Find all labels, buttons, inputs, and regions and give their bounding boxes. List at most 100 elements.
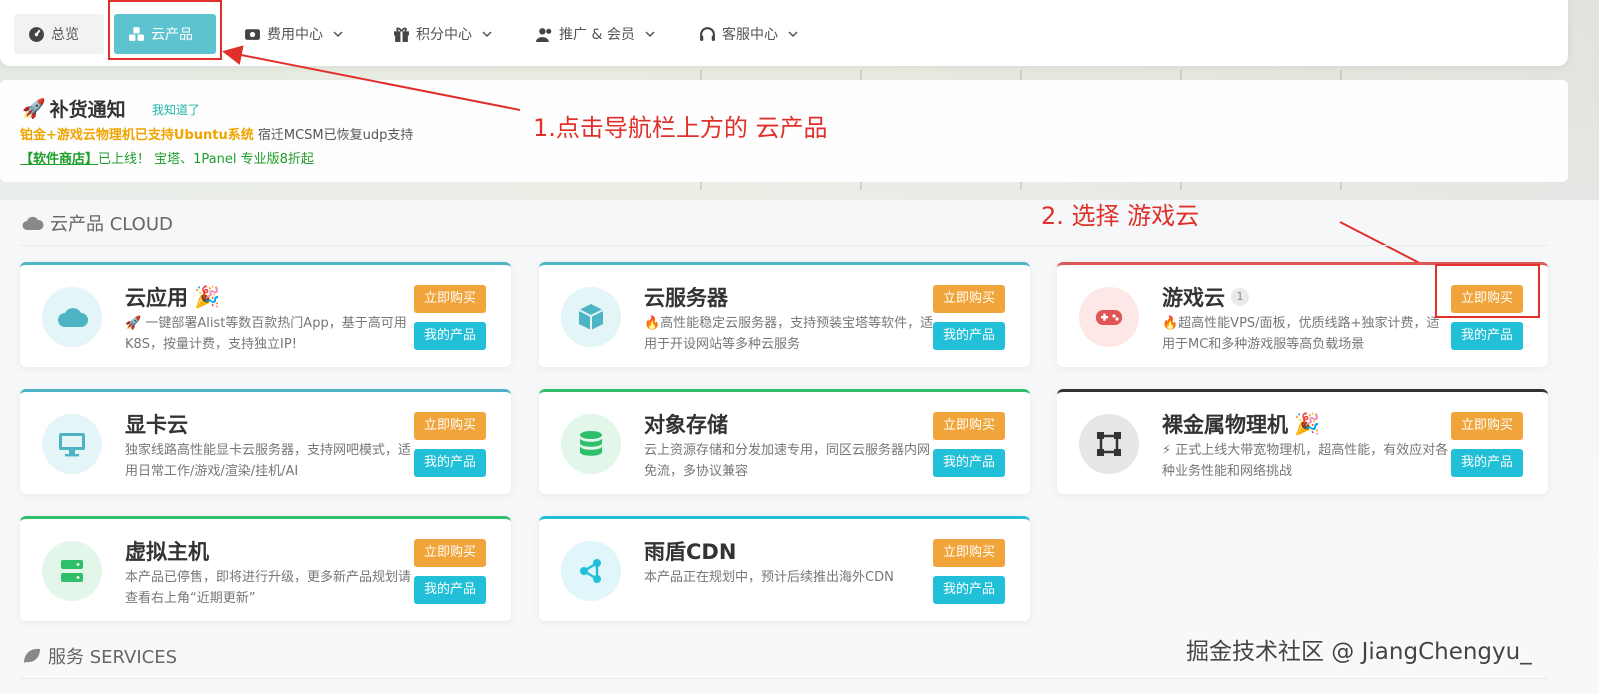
chevron-down-icon — [788, 31, 798, 38]
nav-item-billing[interactable]: 费用中心 — [230, 14, 357, 54]
money-icon — [245, 28, 260, 40]
cloud-icon — [22, 216, 44, 230]
buy-now-button[interactable]: 立即购买 — [1451, 412, 1523, 440]
card-title-text: 虚拟主机 — [125, 540, 209, 564]
card-description: 本产品正在规划中，预计后续推出海外CDN — [644, 570, 894, 585]
count-badge: 1 — [1231, 288, 1249, 306]
card-title-text: 显卡云 — [125, 413, 188, 437]
cloud-icon — [42, 287, 102, 347]
card-description: 云上资源存储和分发加速专用，同区云服务器内网免流，多协议兼容 — [644, 443, 931, 479]
gift-icon — [394, 27, 409, 42]
card-description: 🚀 一键部署Alist等数百款热门App，基于高可用K8S，按量计费，支持独立I… — [125, 316, 407, 352]
annotation-box-nav — [108, 0, 222, 60]
my-products-button[interactable]: 我的产品 — [933, 322, 1005, 350]
notice-title-text: 补货通知 — [49, 99, 126, 121]
nav-item-promotion[interactable]: 推广 & 会员 — [522, 14, 669, 54]
software-store-link[interactable]: 【软件商店】 — [20, 152, 98, 167]
card-title: 云应用 🎉 — [125, 282, 220, 312]
product-card-cdn[interactable]: 雨盾CDN 本产品正在规划中，预计后续推出海外CDN 立即购买 我的产品 — [539, 516, 1030, 621]
card-title-text: 游戏云 — [1162, 286, 1225, 310]
nav-item-points[interactable]: 积分中心 — [379, 14, 506, 54]
nav-item-label: 费用中心 — [267, 27, 323, 43]
product-card-cloud-server[interactable]: 云服务器 🔥高性能稳定云服务器，支持预装宝塔等软件，适用于开设网站等多种云服务 … — [539, 262, 1030, 367]
party-popper-icon: 🎉 — [1294, 411, 1321, 436]
watermark-text: 掘金技术社区 @ JiangChengyu_ — [1186, 639, 1532, 665]
users-icon — [536, 27, 552, 42]
buy-now-button[interactable]: 立即购买 — [933, 539, 1005, 567]
dashboard-icon — [29, 26, 44, 42]
annotation-step-2: 2. 选择 游戏云 — [1041, 202, 1200, 230]
my-products-button[interactable]: 我的产品 — [414, 576, 486, 604]
nav-item-overview[interactable]: 总览 — [14, 14, 104, 54]
card-title: 对象存储 — [644, 409, 728, 439]
gamepad-icon — [1079, 287, 1139, 347]
nav-item-support[interactable]: 客服中心 — [685, 14, 812, 54]
buy-now-button[interactable]: 立即购买 — [933, 412, 1005, 440]
card-description: 🔥高性能稳定云服务器，支持预装宝塔等软件，适用于开设网站等多种云服务 — [644, 316, 934, 352]
leaf-icon — [24, 648, 40, 663]
product-card-bare-metal[interactable]: 裸金属物理机 🎉 ⚡ 正式上线大带宽物理机，超高性能，有效应对各种业务性能和网络… — [1057, 389, 1548, 494]
my-products-button[interactable]: 我的产品 — [933, 449, 1005, 477]
nav-item-label: 推广 & 会员 — [559, 27, 635, 43]
section-title-text: 服务 SERVICES — [48, 647, 178, 668]
chevron-down-icon — [645, 31, 655, 38]
card-title: 裸金属物理机 🎉 — [1162, 409, 1320, 439]
product-card-cloud-app[interactable]: 云应用 🎉 🚀 一键部署Alist等数百款热门App，基于高可用K8S，按量计费… — [20, 262, 511, 367]
monitor-icon — [42, 414, 102, 474]
card-title: 云服务器 — [644, 282, 728, 312]
buy-now-button[interactable]: 立即购买 — [933, 285, 1005, 313]
card-description: ⚡ 正式上线大带宽物理机，超高性能，有效应对各种业务性能和网络挑战 — [1162, 443, 1449, 479]
my-products-button[interactable]: 我的产品 — [933, 576, 1005, 604]
notice-title: 🚀 补货通知 — [22, 95, 126, 122]
product-card-object-storage[interactable]: 对象存储 云上资源存储和分发加速专用，同区云服务器内网免流，多协议兼容 立即购买… — [539, 389, 1030, 494]
my-products-button[interactable]: 我的产品 — [1451, 322, 1523, 350]
section-divider — [20, 678, 1548, 679]
my-products-button[interactable]: 我的产品 — [1451, 449, 1523, 477]
services-section-title: 服务 SERVICES — [22, 643, 177, 669]
product-card-virtual-host[interactable]: 虚拟主机 本产品已停售，即将进行升级，更多新产品规划请查看右上角“近期更新” 立… — [20, 516, 511, 621]
card-description: 独家线路高性能显卡云服务器，支持网吧模式，适用日常工作/游戏/渲染/挂机/AI — [125, 443, 412, 479]
card-description: 本产品已停售，即将进行升级，更多新产品规划请查看右上角“近期更新” — [125, 570, 412, 606]
box-icon — [561, 287, 621, 347]
card-description: 🔥超高性能VPS/面板，优质线路+独家计费，适用于MC和多种游戏服等高负载场景 — [1162, 316, 1440, 352]
buy-now-button[interactable]: 立即购买 — [414, 285, 486, 313]
database-icon — [561, 414, 621, 474]
vector-square-icon — [1079, 414, 1139, 474]
notice-dismiss-link[interactable]: 我知道了 — [152, 101, 200, 118]
card-title-text: 裸金属物理机 — [1162, 413, 1288, 437]
nav-item-label: 积分中心 — [416, 27, 472, 43]
notice-line-1-rest: 宿迁MCSM已恢复udp支持 — [253, 128, 414, 143]
card-title: 显卡云 — [125, 409, 188, 439]
my-products-button[interactable]: 我的产品 — [414, 449, 486, 477]
card-title-text: 对象存储 — [644, 413, 728, 437]
section-title-text: 云产品 CLOUD — [50, 214, 173, 235]
nav-item-label: 客服中心 — [722, 27, 778, 43]
party-popper-icon: 🎉 — [194, 284, 221, 309]
card-title-text: 云服务器 — [644, 286, 728, 310]
annotation-step-1: 1.点击导航栏上方的 云产品 — [533, 114, 828, 142]
buy-now-button[interactable]: 立即购买 — [414, 412, 486, 440]
notice-line-2: 【软件商店】已上线！ 宝塔、1Panel 专业版8折起 — [20, 148, 314, 167]
product-card-gpu-cloud[interactable]: 显卡云 独家线路高性能显卡云服务器，支持网吧模式，适用日常工作/游戏/渲染/挂机… — [20, 389, 511, 494]
server-icon — [42, 541, 102, 601]
nav-item-label: 总览 — [51, 27, 79, 43]
card-title-text: 雨盾CDN — [644, 540, 737, 564]
top-navbar: 总览 云产品 费用中心 积分中心 推广 & 会员 客服中心 — [0, 0, 1568, 66]
notice-highlight: 铂金+游戏云物理机已支持Ubuntu系统 — [20, 128, 254, 143]
notice-line-2-rest: 已上线！ 宝塔、1Panel 专业版8折起 — [98, 152, 314, 167]
my-products-button[interactable]: 我的产品 — [414, 322, 486, 350]
headset-icon — [700, 26, 715, 41]
section-divider — [20, 245, 1548, 246]
card-title: 虚拟主机 — [125, 536, 209, 566]
card-title-text: 云应用 — [125, 286, 188, 310]
chevron-down-icon — [333, 31, 343, 38]
chevron-down-icon — [482, 31, 492, 38]
cloud-section-title: 云产品 CLOUD — [22, 210, 173, 236]
rocket-icon: 🚀 — [22, 98, 46, 120]
annotation-box-buy — [1435, 264, 1540, 318]
share-nodes-icon — [561, 541, 621, 601]
notice-line-1: 铂金+游戏云物理机已支持Ubuntu系统 宿迁MCSM已恢复udp支持 — [20, 124, 413, 143]
card-title: 雨盾CDN — [644, 536, 736, 566]
card-title: 游戏云 1 — [1162, 282, 1249, 312]
buy-now-button[interactable]: 立即购买 — [414, 539, 486, 567]
